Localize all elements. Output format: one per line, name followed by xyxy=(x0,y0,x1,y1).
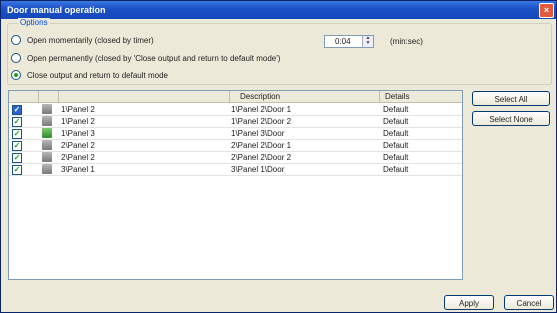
description-cell: 2\Panel 2\Door 1 xyxy=(231,141,292,150)
radio-label: Open momentarily (closed by timer) xyxy=(27,35,154,45)
column-separator xyxy=(229,91,230,102)
select-none-label: Select None xyxy=(489,115,533,124)
table-header: Description Details xyxy=(9,91,462,103)
radio-button[interactable] xyxy=(11,53,21,63)
doors-table: Description Details ✓ 1\Panel 2 1\Panel 2\… xyxy=(8,90,463,280)
title-bar: Door manual operation × xyxy=(1,1,556,19)
spinner-arrows-icon[interactable]: ▲ ▼ xyxy=(362,36,373,47)
timer-value[interactable]: 0:04 xyxy=(335,37,351,46)
row-checkbox[interactable]: ✓ xyxy=(12,129,22,139)
row-checkbox[interactable]: ✓ xyxy=(12,153,22,163)
apply-button[interactable]: Apply xyxy=(444,295,494,310)
radio-label: Open permanently (closed by 'Close outpu… xyxy=(27,53,281,63)
details-cell: Default xyxy=(383,105,409,114)
column-separator xyxy=(58,91,59,102)
select-all-button[interactable]: Select All xyxy=(472,91,550,106)
description-cell: 1\Panel 2\Door 1 xyxy=(231,105,292,114)
radio-open-momentarily[interactable]: Open momentarily (closed by timer) xyxy=(11,35,154,45)
cancel-label: Cancel xyxy=(516,299,542,308)
radio-close-output[interactable]: Close output and return to default mode xyxy=(11,70,168,80)
description-cell: 3\Panel 1\Door xyxy=(231,165,285,174)
timer-unit-label: (min:sec) xyxy=(390,37,423,46)
table-row[interactable]: ✓ 3\Panel 1 3\Panel 1\Door Default xyxy=(9,163,462,176)
row-checkbox[interactable]: ✓ xyxy=(12,117,22,127)
door-icon xyxy=(42,152,52,162)
column-separator xyxy=(379,91,380,102)
description-cell: 2\Panel 2\Door 2 xyxy=(231,153,292,162)
row-checkbox[interactable]: ✓ xyxy=(12,141,22,151)
select-none-button[interactable]: Select None xyxy=(472,111,550,126)
panel-cell: 1\Panel 3 xyxy=(61,129,95,138)
column-header-description[interactable]: Description xyxy=(240,92,280,102)
details-cell: Default xyxy=(383,141,409,150)
details-cell: Default xyxy=(383,153,409,162)
radio-open-permanently[interactable]: Open permanently (closed by 'Close outpu… xyxy=(11,53,280,63)
column-header-details[interactable]: Details xyxy=(385,92,409,102)
panel-cell: 3\Panel 1 xyxy=(61,165,95,174)
close-button[interactable]: × xyxy=(539,3,554,18)
radio-button[interactable] xyxy=(11,70,21,80)
radio-button[interactable] xyxy=(11,35,21,45)
description-cell: 1\Panel 3\Door xyxy=(231,129,285,138)
details-cell: Default xyxy=(383,129,409,138)
radio-label: Close output and return to default mode xyxy=(27,70,168,80)
door-icon xyxy=(42,104,52,114)
options-label: Options xyxy=(18,18,50,27)
panel-cell: 1\Panel 2 xyxy=(61,105,95,114)
door-icon xyxy=(42,116,52,126)
row-checkbox[interactable]: ✓ xyxy=(12,165,22,175)
details-cell: Default xyxy=(383,165,409,174)
row-checkbox[interactable]: ✓ xyxy=(12,105,22,115)
cancel-button[interactable]: Cancel xyxy=(504,295,554,310)
door-icon xyxy=(42,140,52,150)
column-separator xyxy=(38,91,39,102)
door-open-icon xyxy=(42,128,52,138)
details-cell: Default xyxy=(383,117,409,126)
description-cell: 1\Panel 2\Door 2 xyxy=(231,117,292,126)
window-title: Door manual operation xyxy=(7,5,106,15)
panel-cell: 2\Panel 2 xyxy=(61,141,95,150)
door-manual-operation-dialog: Door manual operation × Options Open mom… xyxy=(0,0,557,313)
door-icon xyxy=(42,164,52,174)
select-all-label: Select All xyxy=(494,95,528,104)
panel-cell: 2\Panel 2 xyxy=(61,153,95,162)
apply-label: Apply xyxy=(458,299,479,308)
timer-spinner[interactable]: 0:04 ▲ ▼ xyxy=(324,35,374,48)
panel-cell: 1\Panel 2 xyxy=(61,117,95,126)
